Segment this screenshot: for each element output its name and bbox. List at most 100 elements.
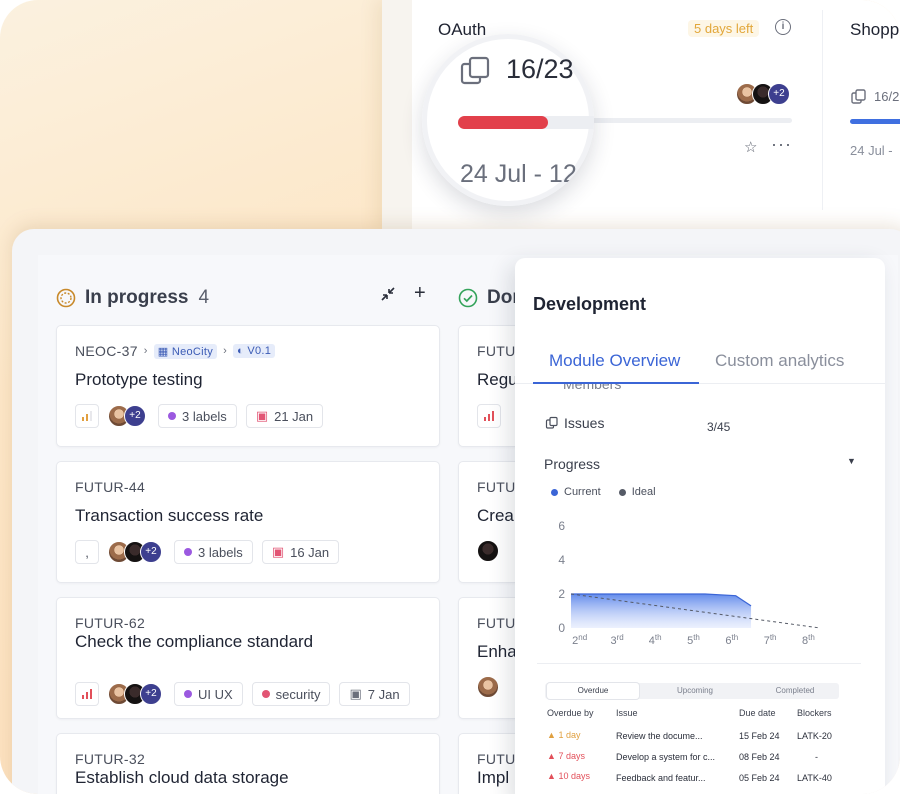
- overdue-cell: ▲ 7 days: [547, 751, 585, 761]
- issue-card[interactable]: NEOC-37 › ▦ NeoCity › ◐ V0.1 Prototype t…: [56, 325, 440, 447]
- col-header-due-date: Due date: [739, 708, 776, 718]
- priority-chip[interactable]: ,: [75, 540, 99, 564]
- label-chip-uiux[interactable]: UI UX: [174, 682, 243, 706]
- project-progress-2: [850, 119, 900, 124]
- tab-custom-analytics[interactable]: Custom analytics: [715, 351, 844, 371]
- progress-chart: 6 4 2 0 2nd 3rd 4th 5th 6th 7th 8th: [558, 519, 821, 647]
- avatar-more: +2: [768, 83, 790, 105]
- issue-card[interactable]: FUTUR-32 Establish cloud data storage: [56, 733, 440, 794]
- overdue-text: 1 day: [558, 730, 581, 740]
- issue-cell: Review the docume...: [616, 731, 703, 741]
- segment-completed[interactable]: Completed: [749, 683, 841, 699]
- blocker-cell: LATK-40: [797, 773, 832, 783]
- segment-upcoming[interactable]: Upcoming: [649, 683, 741, 699]
- divider: [537, 663, 861, 664]
- active-tab-indicator: [533, 382, 699, 384]
- x-tick-suffix: nd: [578, 633, 587, 642]
- project-chip[interactable]: ▦ NeoCity: [153, 343, 218, 359]
- assignee-avatars[interactable]: +2: [108, 683, 162, 705]
- more-options-icon[interactable]: ···: [771, 134, 792, 155]
- done-check-icon: [458, 288, 478, 308]
- issue-cell: Feedback and featur...: [616, 773, 706, 783]
- panel-tabs: Module Overview Custom analytics: [515, 338, 885, 384]
- panel-title: Development: [533, 294, 647, 314]
- calendar-icon: ▣: [255, 408, 269, 423]
- card-divider: [822, 10, 823, 210]
- x-tick-label: 3rd: [610, 633, 623, 647]
- x-tick-suffix: th: [808, 633, 815, 642]
- due-date-chip[interactable]: ▣ 21 Jan: [245, 404, 324, 428]
- label-dot: [261, 690, 270, 698]
- caret-down-icon[interactable]: ▼: [847, 456, 856, 466]
- x-tick-suffix: th: [655, 633, 662, 642]
- issue-id: FUTUR-32: [75, 751, 146, 767]
- progress-label: Progress: [544, 456, 601, 472]
- chart-legend: Current Ideal: [551, 486, 674, 498]
- x-tick-label: 5th: [687, 633, 700, 647]
- warning-icon: ▲: [547, 730, 556, 740]
- avatar[interactable]: [477, 540, 499, 562]
- x-tick-suffix: th: [770, 633, 777, 642]
- collapse-icon[interactable]: [379, 285, 397, 309]
- due-cell: 08 Feb 24: [739, 752, 780, 762]
- column-header-done: Dor: [458, 287, 520, 309]
- project-date-2: 24 Jul -: [850, 143, 893, 158]
- issue-title: Check the compliance standard: [75, 632, 314, 651]
- issue-count: 16/23: [506, 54, 574, 84]
- app-frame: OAuth 5 days left i +2 ☆ ··· Shopp 16/2 …: [0, 0, 900, 794]
- star-icon[interactable]: ☆: [744, 138, 757, 156]
- col-header-issue: Issue: [616, 708, 638, 718]
- segment-overdue[interactable]: Overdue: [547, 683, 639, 699]
- card-meta: , +2 3 labels ▣ 16 Jan: [75, 540, 348, 564]
- priority-chip[interactable]: [75, 682, 99, 706]
- card-side-strip: [382, 0, 412, 232]
- label-chip-security[interactable]: security: [251, 682, 331, 706]
- assignee-avatars[interactable]: +2: [108, 405, 146, 427]
- column-count: 4: [198, 287, 210, 308]
- assignee-avatars[interactable]: +2: [108, 541, 162, 563]
- due-date-chip[interactable]: ▣ 16 Jan: [261, 540, 340, 564]
- labels-chip[interactable]: 3 labels: [158, 404, 237, 428]
- priority-chip[interactable]: [75, 404, 99, 428]
- col-header-blockers: Blockers: [797, 708, 832, 718]
- info-icon[interactable]: i: [775, 19, 791, 35]
- issue-title: Establish cloud data storage: [75, 768, 289, 787]
- project-avatars[interactable]: +2: [736, 83, 802, 105]
- due-cell: 05 Feb 24: [739, 773, 780, 783]
- avatar[interactable]: [477, 676, 499, 698]
- x-tick-label: 4th: [649, 633, 662, 647]
- legend-label: Current: [564, 486, 601, 498]
- issue-title: Impl: [477, 768, 510, 787]
- issues-icon: [460, 56, 490, 85]
- date-range: 24 Jul - 12: [460, 160, 577, 188]
- project-title: OAuth: [438, 20, 487, 39]
- label-dot: [168, 412, 176, 420]
- label-dot: [184, 690, 192, 698]
- issue-card[interactable]: FUTUR-44 Transaction success rate , +2 3…: [56, 461, 440, 583]
- priority-chip[interactable]: [477, 404, 501, 428]
- issue-card[interactable]: FUTUR-62 Check the compliance standard +…: [56, 597, 440, 719]
- version-chip[interactable]: ◐ V0.1: [233, 344, 276, 358]
- issue-title: Prototype testing: [75, 370, 203, 389]
- issue-id: FUTUR-62: [75, 615, 146, 631]
- y-tick-label: 6: [558, 519, 565, 533]
- priority-icon: [82, 689, 92, 699]
- column-header-in-progress: In progress 4: [56, 287, 209, 309]
- card-meta: [477, 404, 510, 428]
- legend-ideal: Ideal: [618, 486, 656, 498]
- add-card-button[interactable]: +: [414, 282, 426, 305]
- legend-dot: [618, 488, 626, 496]
- issue-title: Crea: [477, 506, 514, 525]
- x-tick-label: 8th: [802, 633, 815, 647]
- due-date-chip[interactable]: ▣ 7 Jan: [339, 682, 410, 706]
- legend-label: Ideal: [631, 486, 656, 498]
- current-series-area: [571, 594, 752, 628]
- avatar-more: +2: [140, 683, 162, 705]
- issues-row: Issues: [545, 415, 604, 431]
- avatar-more: +2: [124, 405, 146, 427]
- label-text: security: [275, 686, 321, 702]
- issue-id: FUTU: [477, 751, 516, 767]
- issue-id: FUTU: [477, 479, 516, 495]
- labels-chip[interactable]: 3 labels: [174, 540, 253, 564]
- tab-module-overview[interactable]: Module Overview: [549, 351, 680, 371]
